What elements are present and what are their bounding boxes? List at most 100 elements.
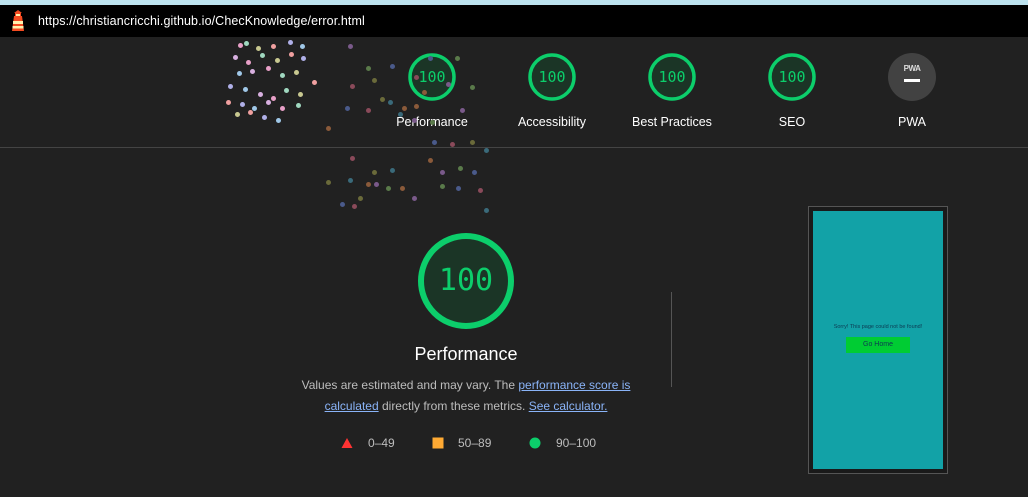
confetti-dot bbox=[470, 85, 475, 90]
legend-fail: 0–49 bbox=[341, 436, 395, 450]
confetti-dot bbox=[414, 75, 419, 80]
confetti-dot bbox=[248, 110, 253, 115]
confetti-dot bbox=[388, 100, 393, 105]
confetti-dot bbox=[455, 56, 460, 61]
desc-text: directly from these metrics. bbox=[378, 399, 529, 413]
see-calculator-link[interactable]: See calculator. bbox=[529, 399, 608, 413]
confetti-dot bbox=[428, 56, 433, 61]
confetti-dot bbox=[345, 106, 350, 111]
confetti-dot bbox=[240, 102, 245, 107]
confetti-dot bbox=[284, 88, 289, 93]
confetti-dot bbox=[350, 84, 355, 89]
legend-average: 50–89 bbox=[432, 436, 491, 450]
confetti-dot bbox=[458, 166, 463, 171]
confetti-dot bbox=[372, 170, 377, 175]
confetti-dot bbox=[235, 112, 240, 117]
performance-main-gauge: 100 bbox=[417, 232, 515, 330]
confetti-dot bbox=[244, 41, 249, 46]
confetti-dot bbox=[266, 66, 271, 71]
confetti-dot bbox=[276, 118, 281, 123]
confetti-dot bbox=[233, 55, 238, 60]
legend-range: 0–49 bbox=[368, 436, 395, 450]
confetti-dot bbox=[374, 182, 379, 187]
confetti-dot bbox=[326, 126, 331, 131]
screenshot-page: Sorry! This page could not be found! Go … bbox=[813, 211, 943, 469]
confetti-dot bbox=[456, 186, 461, 191]
gauge-ring: 100 bbox=[768, 53, 816, 101]
confetti-dot bbox=[301, 56, 306, 61]
gauge-pwa[interactable]: PWA PWA bbox=[852, 53, 972, 129]
confetti-dot bbox=[258, 92, 263, 97]
confetti-dot bbox=[440, 184, 445, 189]
confetti-dot bbox=[266, 100, 271, 105]
confetti-dot bbox=[256, 46, 261, 51]
confetti-dot bbox=[348, 44, 353, 49]
pwa-badge-text: PWA bbox=[903, 64, 921, 73]
confetti-dot bbox=[350, 156, 355, 161]
circle-icon bbox=[529, 437, 541, 449]
gauge-seo[interactable]: 100 SEO bbox=[732, 53, 852, 129]
desc-text: Values are estimated and may vary. The bbox=[301, 378, 519, 392]
confetti-dot bbox=[294, 70, 299, 75]
screenshot-go-home-button: Go Home bbox=[846, 337, 910, 353]
triangle-icon bbox=[341, 438, 353, 448]
confetti-dot bbox=[478, 188, 483, 193]
confetti-dot bbox=[226, 100, 231, 105]
confetti-dot bbox=[312, 80, 317, 85]
confetti-dot bbox=[280, 73, 285, 78]
confetti-dot bbox=[326, 180, 331, 185]
confetti-dot bbox=[460, 108, 465, 113]
confetti-dot bbox=[340, 202, 345, 207]
confetti-dot bbox=[430, 120, 435, 125]
gauge-ring: 100 bbox=[528, 53, 576, 101]
confetti-dot bbox=[352, 204, 357, 209]
confetti-dot bbox=[289, 52, 294, 57]
category-gauges: 100 Performance 100 Accessibility 100 Be… bbox=[0, 37, 1028, 147]
gauge-best-practices[interactable]: 100 Best Practices bbox=[612, 53, 732, 129]
legend-range: 50–89 bbox=[458, 436, 492, 450]
gauge-score: 100 bbox=[658, 68, 686, 86]
gauge-label: Best Practices bbox=[632, 115, 712, 129]
confetti-dot bbox=[271, 44, 276, 49]
confetti-dot bbox=[412, 118, 417, 123]
final-screenshot-thumbnail[interactable]: Sorry! This page could not be found! Go … bbox=[808, 206, 948, 474]
confetti-dot bbox=[472, 170, 477, 175]
confetti-dot bbox=[414, 104, 419, 109]
square-icon bbox=[432, 437, 444, 449]
gauge-ring: 100 bbox=[648, 53, 696, 101]
confetti-dot bbox=[484, 148, 489, 153]
confetti-dot bbox=[366, 66, 371, 71]
confetti-dot bbox=[252, 106, 257, 111]
confetti-dot bbox=[246, 60, 251, 65]
gauge-accessibility[interactable]: 100 Accessibility bbox=[492, 53, 612, 129]
performance-description: Values are estimated and may vary. The p… bbox=[291, 375, 641, 417]
confetti-dot bbox=[390, 64, 395, 69]
legend-range: 90–100 bbox=[556, 436, 597, 450]
confetti-dot bbox=[380, 97, 385, 102]
gauge-score: 100 bbox=[538, 68, 566, 86]
confetti-dot bbox=[348, 178, 353, 183]
confetti-dot bbox=[228, 84, 233, 89]
confetti-dot bbox=[300, 44, 305, 49]
confetti-dot bbox=[296, 103, 301, 108]
vertical-separator bbox=[671, 292, 672, 387]
pwa-badge-icon: PWA bbox=[888, 53, 936, 101]
url-text[interactable]: https://christiancricchi.github.io/ChecK… bbox=[38, 14, 365, 28]
gauge-label: PWA bbox=[897, 115, 926, 129]
confetti-dot bbox=[390, 168, 395, 173]
lighthouse-logo-icon bbox=[9, 10, 27, 32]
confetti-dot bbox=[428, 158, 433, 163]
confetti-dot bbox=[450, 142, 455, 147]
gauge-label: Accessibility bbox=[517, 115, 587, 129]
confetti-dot bbox=[446, 82, 451, 87]
confetti-dot bbox=[386, 186, 391, 191]
confetti-dot bbox=[262, 115, 267, 120]
gauge-score: 100 bbox=[778, 68, 806, 86]
confetti-dot bbox=[440, 170, 445, 175]
confetti-dot bbox=[372, 78, 377, 83]
confetti-dot bbox=[470, 140, 475, 145]
confetti-dot bbox=[422, 90, 427, 95]
confetti-dot bbox=[400, 186, 405, 191]
pwa-dash-icon bbox=[904, 79, 920, 82]
confetti-dot bbox=[260, 53, 265, 58]
